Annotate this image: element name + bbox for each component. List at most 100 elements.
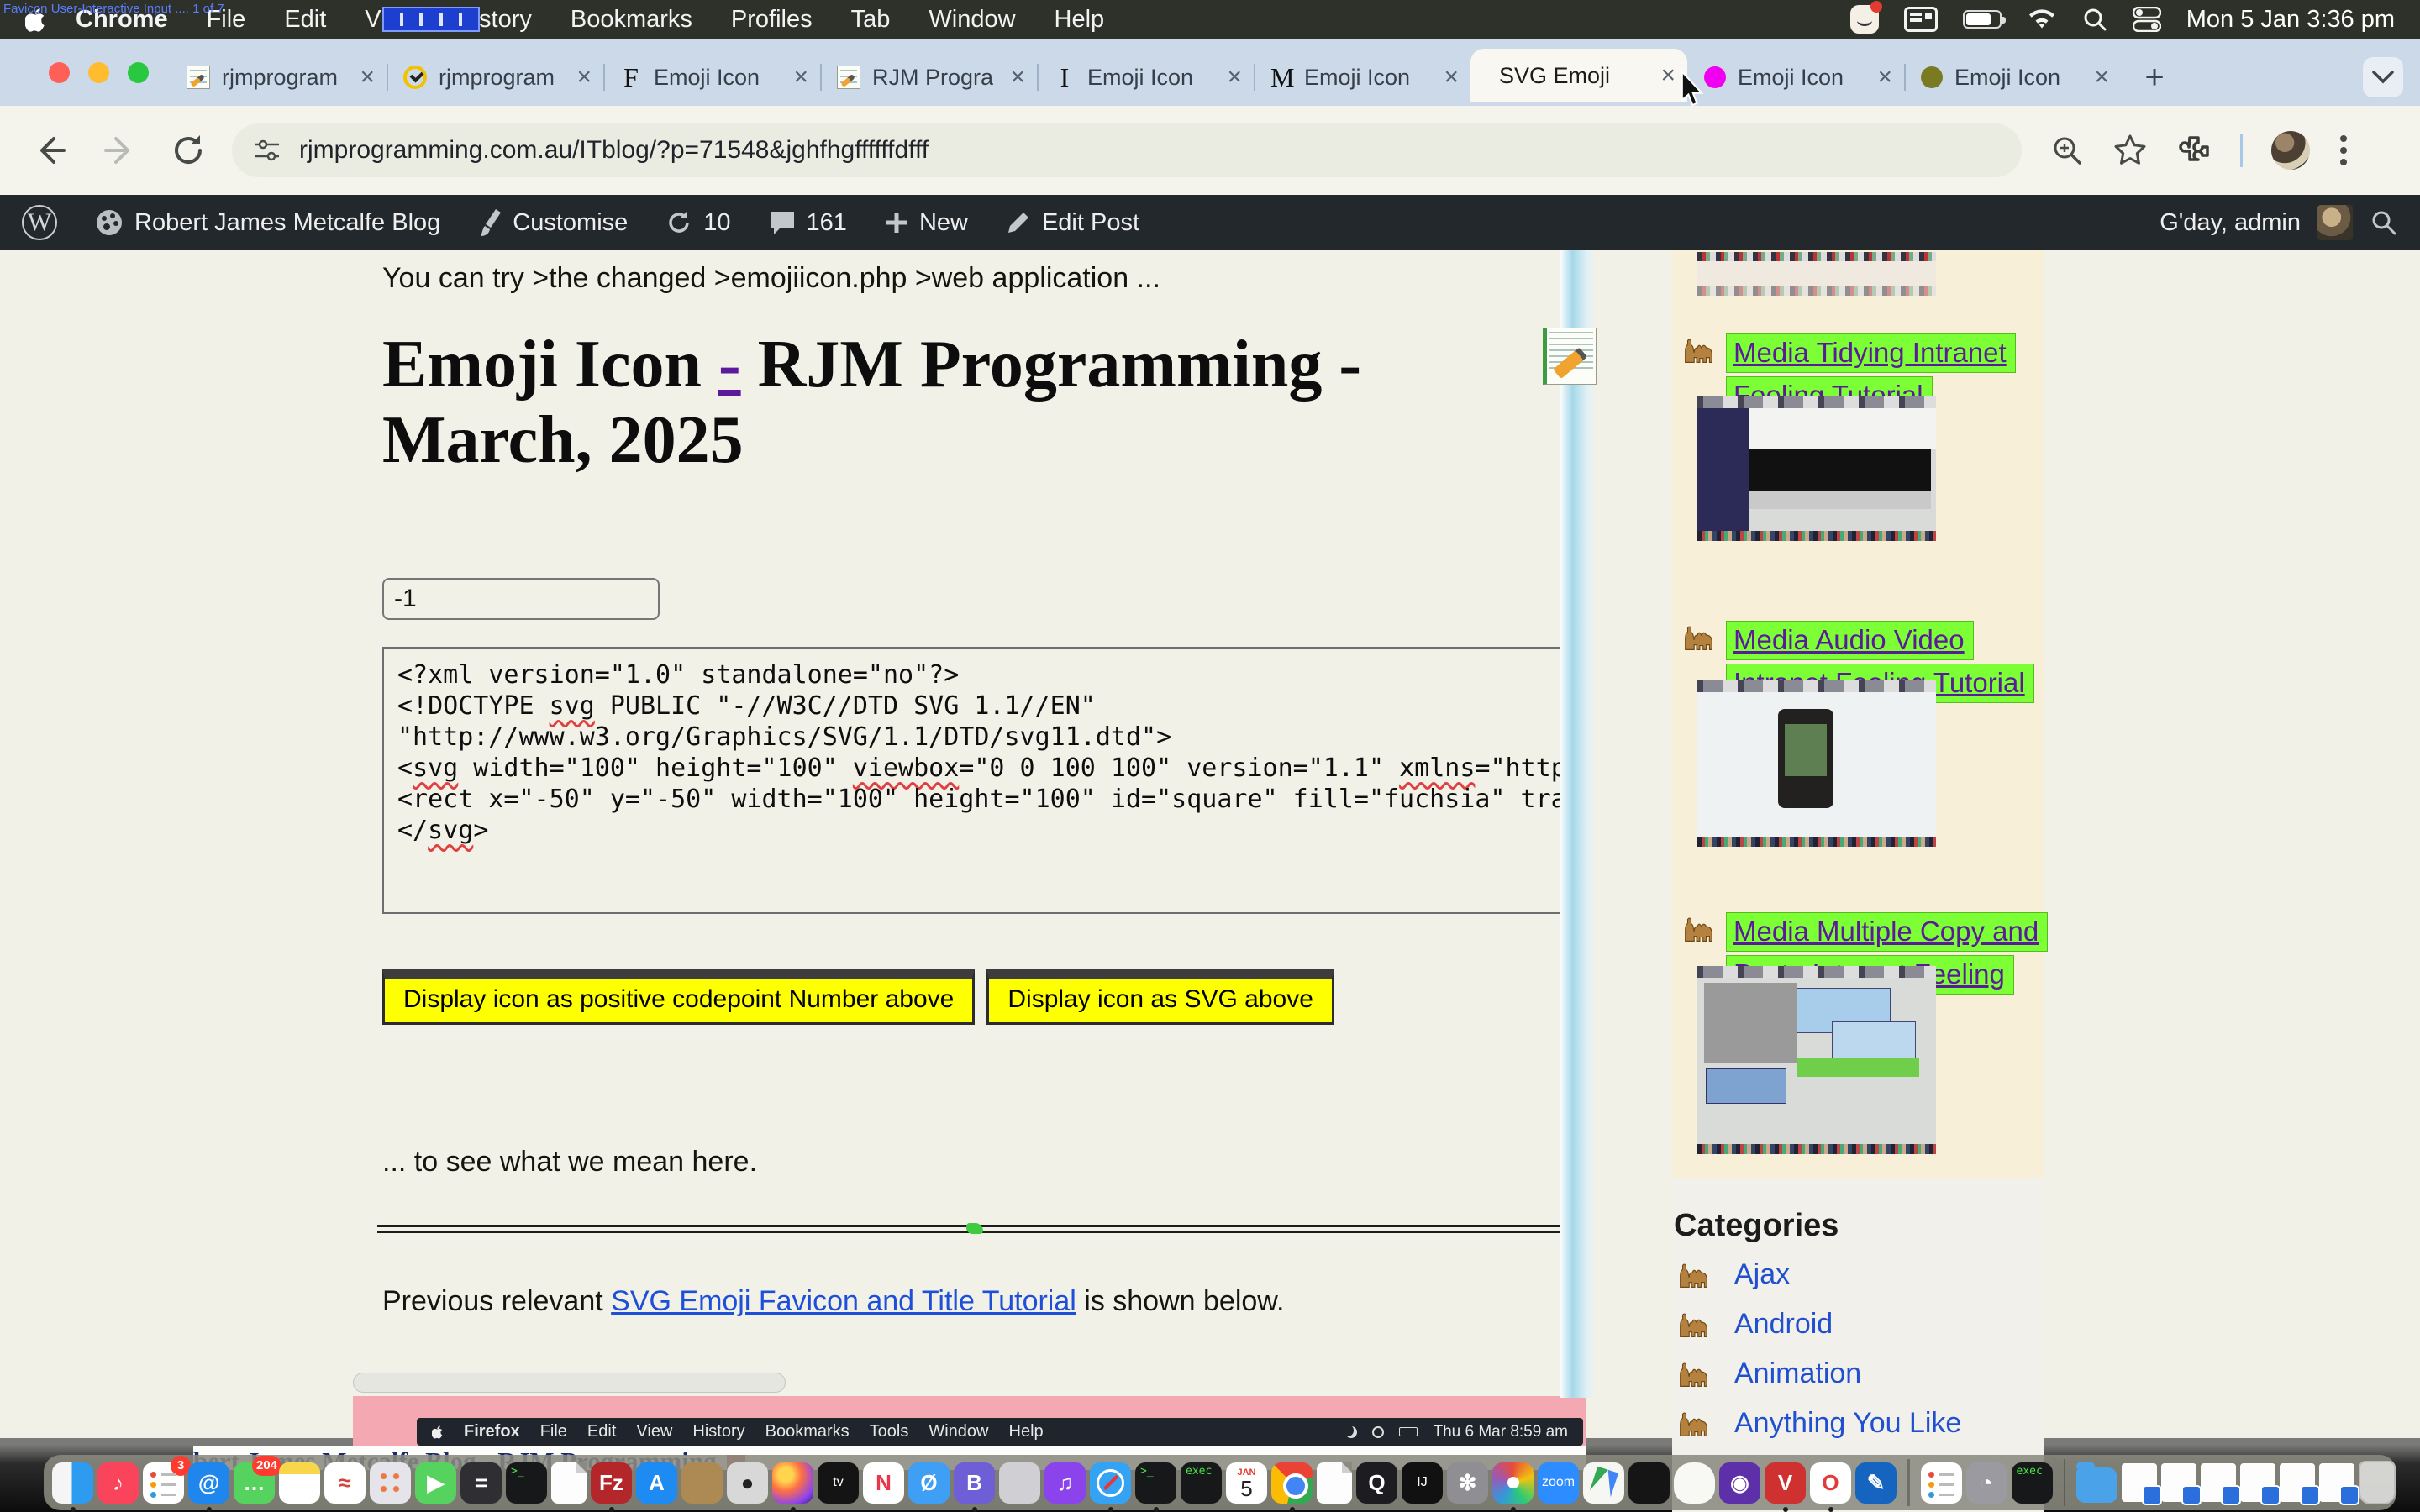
dock-icon-calculator[interactable]: = — [460, 1462, 502, 1504]
wp-search-icon[interactable] — [2370, 208, 2398, 237]
tab-close-icon[interactable]: × — [1227, 63, 1242, 92]
tutorial-thumbnail[interactable] — [1697, 396, 1936, 541]
menu-item-tab[interactable]: Tab — [851, 6, 891, 34]
tab-close-icon[interactable]: × — [1660, 61, 1676, 90]
dock-icon-quicktime[interactable]: Q — [1356, 1462, 1397, 1504]
tab-close-icon[interactable]: × — [793, 63, 808, 92]
dock-icon-app-store[interactable]: A — [636, 1462, 677, 1504]
dock-icon-purple-app[interactable]: ◉ — [1719, 1462, 1760, 1504]
dock-icon-stickies[interactable] — [1921, 1462, 1962, 1504]
category-link[interactable]: Animation — [1734, 1357, 1861, 1390]
tab-rjmprogram[interactable]: rjmprogram× — [387, 52, 603, 102]
tab-close-icon[interactable]: × — [1444, 63, 1459, 92]
new-tab-button[interactable]: + — [2136, 59, 2173, 96]
profile-avatar[interactable] — [2271, 131, 2310, 170]
svg-code-textarea[interactable]: <?xml version="1.0" standalone="no"?> <!… — [382, 647, 1565, 914]
tab-emoji-icon[interactable]: Emoji Icon× — [1904, 52, 2121, 102]
menu-item-help[interactable]: Help — [1055, 6, 1105, 34]
dock-icon-bbedit[interactable]: B — [954, 1462, 995, 1504]
dock-icon-minimized-window[interactable] — [2240, 1463, 2275, 1502]
close-window-button[interactable] — [49, 62, 70, 83]
dock-icon-news[interactable]: N — [863, 1462, 904, 1504]
memo-note-icon[interactable] — [1543, 328, 1597, 385]
dock-icon-minimized-window[interactable] — [2201, 1463, 2236, 1502]
tab-emoji-icon[interactable]: MEmoji Icon× — [1254, 52, 1470, 102]
dock-icon-trash[interactable] — [2359, 1461, 2396, 1504]
display-codepoint-button[interactable]: Display icon as positive codepoint Numbe… — [382, 969, 975, 1025]
menu-item-profiles[interactable]: Profiles — [731, 6, 813, 34]
dock-icon-textedit[interactable] — [551, 1462, 587, 1504]
address-bar[interactable]: rjmprogramming.com.au/ITblog/?p=71548&jg… — [232, 123, 2022, 177]
dock-icon-exec-terminal-2[interactable]: exec — [2012, 1462, 2053, 1504]
post-title-dash-link[interactable]: - — [718, 328, 741, 402]
wp-site-menu[interactable]: Robert James Metcalfe Blog — [94, 207, 440, 238]
zoom-window-button[interactable] — [128, 62, 149, 83]
tab-rjmprogram[interactable]: rjmprogram× — [170, 52, 387, 102]
dock-icon-terminal[interactable]: >_ — [506, 1462, 547, 1504]
wp-comments[interactable]: 161 — [768, 208, 847, 237]
url-text[interactable]: rjmprogramming.com.au/ITblog/?p=71548&jg… — [299, 136, 929, 165]
wifi-icon[interactable] — [2027, 8, 2057, 31]
app-status-icon[interactable] — [1850, 5, 1879, 34]
keyboard-switcher-icon[interactable] — [1904, 7, 1938, 32]
tab-emoji-icon[interactable]: FEmoji Icon× — [603, 52, 820, 102]
dock-icon-macvim[interactable]: V — [1765, 1462, 1806, 1504]
dock-icon-gimp[interactable] — [1674, 1462, 1715, 1504]
dock-icon-maps[interactable] — [1583, 1462, 1624, 1504]
tutorial-thumbnail[interactable] — [1697, 680, 1936, 847]
extensions-puzzle-icon[interactable] — [2176, 133, 2212, 168]
dock-icon-photos[interactable] — [999, 1462, 1040, 1504]
dock-icon-exec-terminal[interactable]: exec — [1181, 1462, 1222, 1504]
tab-close-icon[interactable]: × — [1010, 63, 1025, 92]
dock-icon-finder[interactable] — [52, 1462, 93, 1504]
dock-icon-pen-app[interactable]: ✎ — [1855, 1462, 1897, 1504]
dock-icon-do-not-disturb[interactable]: Ø — [908, 1462, 950, 1504]
dock-icon-minimized-window[interactable] — [2122, 1463, 2157, 1502]
dock-icon-textedit-2[interactable] — [1317, 1462, 1352, 1504]
dock-icon-dark-app[interactable] — [1628, 1462, 1670, 1504]
menu-bar-clock[interactable]: Mon 5 Jan 3:36 pm — [2186, 6, 2395, 34]
dock-icon-podcasts[interactable]: ♫ — [1044, 1462, 1086, 1504]
dock-icon-eyeball-character[interactable]: ● — [727, 1462, 768, 1504]
content-scroll-gutter[interactable] — [1560, 250, 1597, 1398]
back-button[interactable] — [32, 132, 69, 169]
dock-icon-music[interactable]: ♪ — [97, 1462, 139, 1504]
dock-icon-downloads-folder[interactable] — [2076, 1467, 2118, 1503]
dock-icon-opera[interactable]: O — [1810, 1462, 1851, 1504]
tab-close-icon[interactable]: × — [576, 63, 592, 92]
wp-customise[interactable]: Customise — [477, 207, 628, 238]
tab-rjm-progra[interactable]: RJM Progra× — [820, 52, 1037, 102]
dock-icon-pixelmator[interactable] — [1492, 1462, 1534, 1504]
dock-icon-messages[interactable]: …204 — [234, 1462, 275, 1504]
previous-tutorial-link[interactable]: SVG Emoji Favicon and Title Tutorial — [611, 1285, 1076, 1317]
dock-icon-filezilla[interactable]: Fz — [591, 1462, 632, 1504]
greeting-text[interactable]: G'day, admin — [2160, 209, 2301, 237]
dock-icon-intellij[interactable]: IJ — [1402, 1462, 1443, 1504]
dock-icon-facetime[interactable]: ▶ — [415, 1462, 456, 1504]
wordpress-logo[interactable]: W — [22, 205, 57, 240]
tab-svg-emoji[interactable]: SVG Emoji× — [1470, 49, 1687, 102]
dock-icon-zoom[interactable]: zoom — [1538, 1462, 1579, 1504]
category-link[interactable]: Anything You Like — [1734, 1407, 1961, 1440]
dock-icon-apple-tv[interactable]: tv — [818, 1462, 859, 1504]
horizontal-scrollbar-thumb[interactable] — [353, 1373, 786, 1393]
battery-icon[interactable] — [1963, 10, 2002, 29]
control-center-icon[interactable] — [2133, 7, 2161, 32]
wp-edit-post[interactable]: Edit Post — [1005, 209, 1139, 237]
dock-icon-terminal-2[interactable]: >_ — [1135, 1462, 1176, 1504]
dock-icon-firefox[interactable] — [772, 1462, 813, 1504]
dock-icon-tan-app[interactable] — [681, 1462, 723, 1504]
dock-icon-mail[interactable]: @ — [188, 1462, 229, 1504]
tab-emoji-icon[interactable]: Emoji Icon× — [1687, 52, 1904, 102]
spotlight-search-icon[interactable] — [2082, 7, 2107, 32]
tab-close-icon[interactable]: × — [1877, 63, 1892, 92]
menu-item-bookmarks[interactable]: Bookmarks — [571, 6, 692, 34]
zoom-page-icon[interactable] — [2050, 134, 2084, 167]
tab-close-icon[interactable]: × — [360, 63, 375, 92]
dock-icon-grapher[interactable]: ≈ — [324, 1462, 366, 1504]
forward-button[interactable] — [101, 132, 138, 169]
category-link[interactable]: Ajax — [1734, 1258, 1790, 1291]
menu-item-edit[interactable]: Edit — [284, 6, 326, 34]
display-svg-button[interactable]: Display icon as SVG above — [986, 969, 1334, 1025]
tutorial-thumbnail[interactable] — [1697, 966, 1936, 1154]
